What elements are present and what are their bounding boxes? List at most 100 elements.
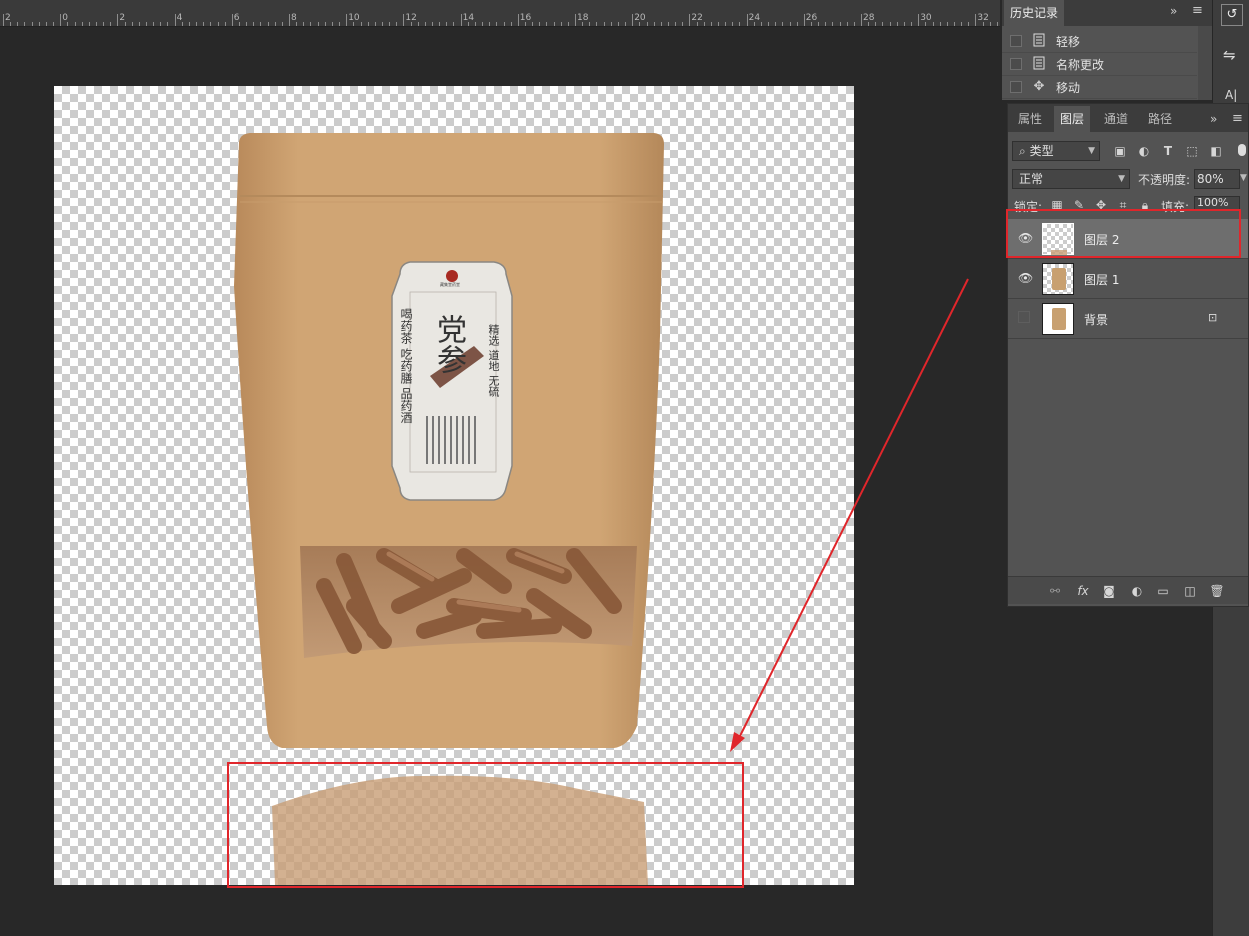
layer-row[interactable]: 背景 ⊡ [1008, 299, 1248, 339]
ruler-subtick [875, 22, 877, 26]
ruler-subtick [582, 22, 584, 26]
smart-object-filter-icon[interactable]: ◧ [1207, 142, 1225, 160]
adjustment-icon[interactable]: ◐ [1128, 582, 1146, 600]
ruler-subtick [524, 22, 526, 26]
visibility-toggle[interactable] [1018, 311, 1030, 323]
ruler-subtick [782, 22, 784, 26]
ruler-subtick [474, 22, 476, 26]
ruler-subtick [953, 22, 955, 26]
ruler-subtick [532, 22, 534, 26]
history-item[interactable]: 轻移 [1002, 30, 1197, 53]
ruler-subtick [903, 22, 905, 26]
ruler-subtick [796, 22, 798, 26]
ruler-subtick [274, 22, 276, 26]
ruler-tick [975, 14, 977, 26]
ruler-subtick [710, 22, 712, 26]
ruler-subtick [381, 22, 383, 26]
history-checkbox[interactable] [1010, 35, 1022, 47]
ruler-subtick [224, 22, 226, 26]
layer-thumbnail [1042, 263, 1074, 295]
blend-mode-select[interactable]: 正常 ▼ [1012, 169, 1130, 189]
history-scrollbar[interactable] [1198, 26, 1212, 100]
layers-panel: 属性 图层 通道 路径 » ≡ ⌕ 类型 ▼ ▣ ◐ T ⬚ ◧ 正常 ▼ 不透… [1007, 103, 1249, 607]
ruler-subtick [775, 22, 777, 26]
ruler-subtick [267, 22, 269, 26]
character-panel-icon[interactable]: A| [1225, 88, 1237, 102]
ruler-subtick [553, 22, 555, 26]
ruler-subtick [825, 22, 827, 26]
ruler-subtick [982, 22, 984, 26]
ruler-subtick [53, 22, 55, 26]
ruler-subtick [725, 22, 727, 26]
ruler-subtick [739, 22, 741, 26]
ruler-subtick [889, 22, 891, 26]
ruler-subtick [160, 22, 162, 26]
eye-icon[interactable]: 👁︎ [1018, 271, 1033, 285]
adjustment-filter-icon[interactable]: ◐ [1135, 142, 1153, 160]
ruler-subtick [81, 22, 83, 26]
tab-channels[interactable]: 通道 [1098, 106, 1134, 132]
history-item-label: 轻移 [1056, 35, 1081, 49]
history-checkbox[interactable] [1010, 81, 1022, 93]
history-item[interactable]: 名称更改 [1002, 53, 1197, 76]
ruler-subtick [38, 22, 40, 26]
fx-icon[interactable]: fx [1074, 582, 1092, 600]
ruler-tick [3, 14, 4, 26]
ruler-subtick [789, 22, 791, 26]
mask-icon[interactable]: ◙ [1100, 582, 1118, 600]
folder-icon[interactable]: ▭ [1154, 582, 1172, 600]
tab-paths[interactable]: 路径 [1142, 106, 1178, 132]
opacity-input[interactable]: 80% [1194, 169, 1240, 189]
tab-history[interactable]: 历史记录 [1004, 0, 1065, 26]
layers-list: 👁︎ 图层 2 👁︎ 图层 1 背景 ⊡ [1008, 219, 1248, 574]
collapse-icon[interactable]: » [1210, 112, 1217, 126]
ruler-tick [632, 14, 634, 26]
ruler-subtick [153, 22, 155, 26]
ruler-subtick [489, 22, 491, 26]
trash-icon[interactable]: 🗑︎ [1208, 582, 1226, 600]
ruler-subtick [424, 22, 426, 26]
ruler-subtick [88, 22, 90, 26]
collapse-icon[interactable]: » [1170, 4, 1177, 18]
ruler-subtick [925, 22, 927, 26]
ruler-subtick [482, 22, 484, 26]
pixel-filter-icon[interactable]: ▣ [1111, 142, 1129, 160]
layers-tabbar: 属性 图层 通道 路径 » ≡ [1008, 104, 1248, 132]
highlight-selected-layer-box [1006, 209, 1241, 258]
fill-input[interactable]: 100% [1194, 196, 1240, 210]
ruler-subtick [124, 22, 126, 26]
history-tabbar: 历史记录 » ≡ [1002, 0, 1212, 26]
label-title: 党参 [431, 314, 466, 374]
opacity-value: 80% [1197, 172, 1224, 186]
fill-value: 100% [1197, 196, 1229, 209]
opacity-dropdown[interactable]: ▼ [1240, 169, 1248, 189]
history-item[interactable]: ✥ 移动 [1002, 76, 1197, 99]
layer-name[interactable]: 图层 1 [1084, 271, 1119, 288]
filter-toggle[interactable] [1238, 144, 1246, 156]
ruler-tick [918, 14, 920, 26]
history-panel-icon[interactable]: ↺ [1221, 4, 1243, 26]
move-icon: ✥ [1033, 79, 1045, 94]
panel-menu-icon[interactable]: ≡ [1192, 3, 1203, 18]
shape-filter-icon[interactable]: ⬚ [1183, 142, 1201, 160]
ruler-subtick [510, 22, 512, 26]
ruler-subtick [996, 22, 998, 26]
ruler-subtick [667, 22, 669, 26]
tab-layers[interactable]: 图层 [1054, 106, 1091, 132]
tab-properties[interactable]: 属性 [1012, 106, 1048, 132]
ruler-tick [174, 14, 176, 26]
history-checkbox[interactable] [1010, 58, 1022, 70]
layer-name[interactable]: 背景 [1084, 311, 1108, 328]
layer-filter-select[interactable]: ⌕ 类型 ▼ [1012, 141, 1100, 161]
type-filter-icon[interactable]: T [1159, 142, 1177, 160]
new-layer-icon[interactable]: ◫ [1181, 582, 1199, 600]
ruler-tick [60, 14, 62, 26]
link-icon[interactable]: ⚯ [1046, 582, 1064, 600]
panel-menu-icon[interactable]: ≡ [1232, 111, 1243, 126]
ruler-subtick [210, 22, 212, 26]
layer-row[interactable]: 👁︎ 图层 1 [1008, 259, 1248, 299]
ruler-subtick [167, 22, 169, 26]
ruler-subtick [896, 22, 898, 26]
ruler-subtick [882, 22, 884, 26]
paragraph-panel-icon[interactable]: ⇋ [1223, 46, 1236, 64]
